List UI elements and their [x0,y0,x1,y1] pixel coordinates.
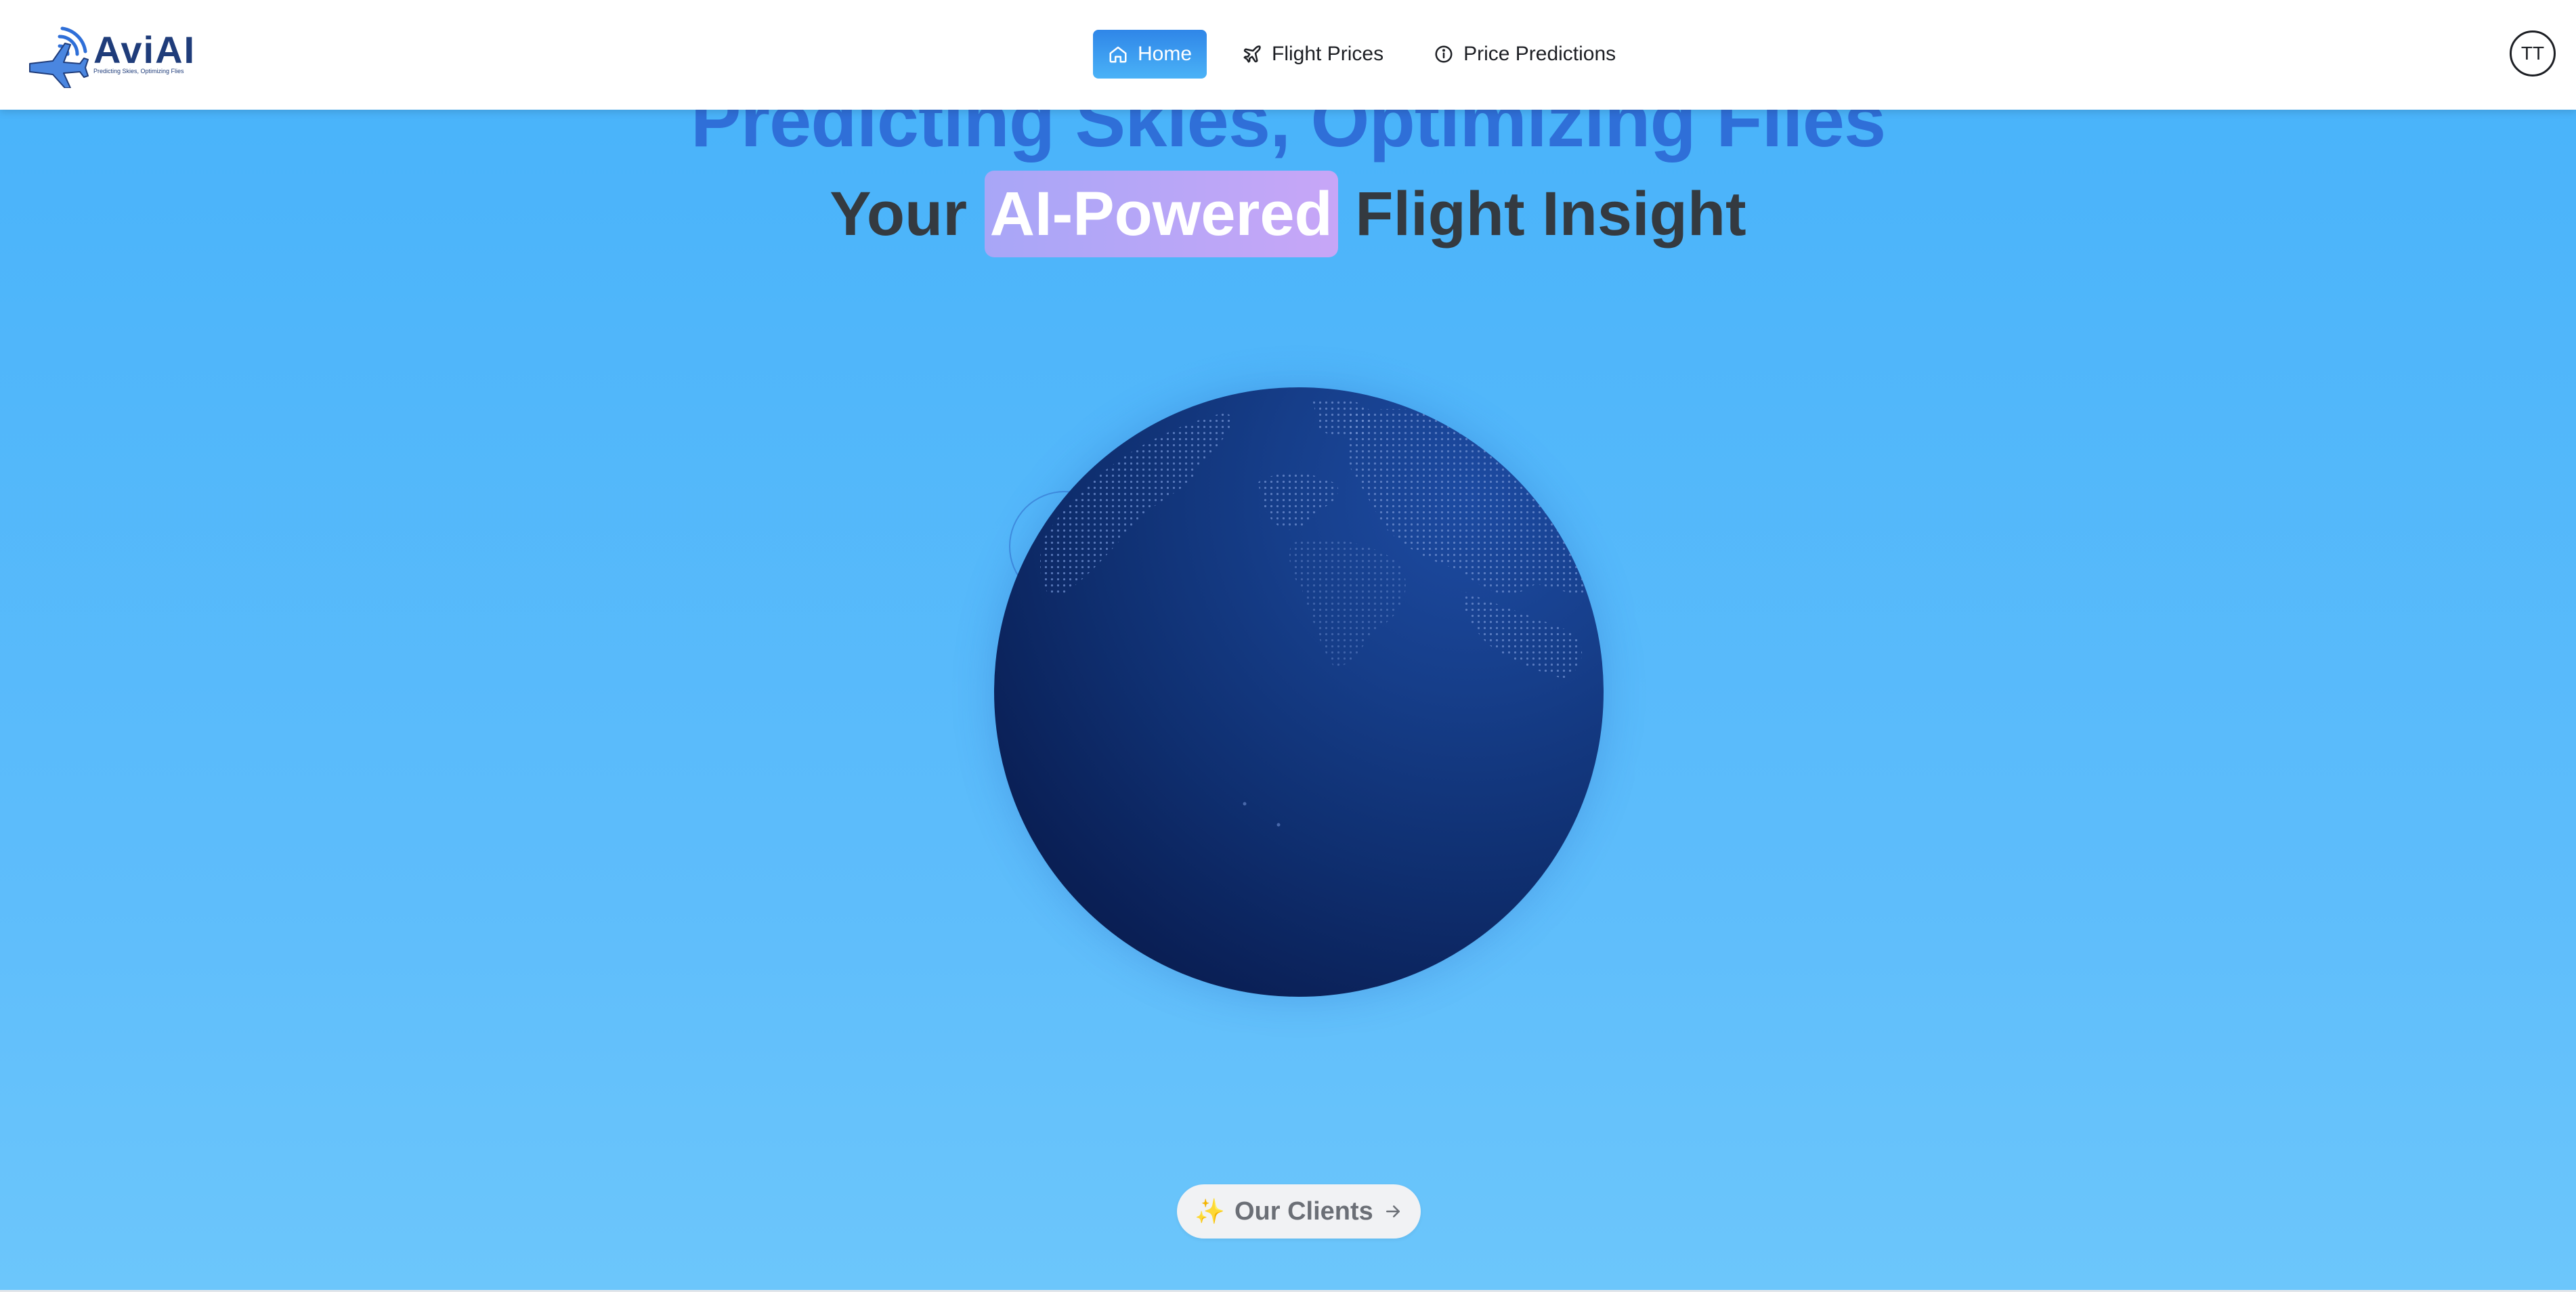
subheadline-suffix: Flight Insight [1355,179,1746,249]
aviai-logo[interactable]: AviAI Predicting Skies, Optimizing Flies [26,23,196,89]
plane-signal-logo-icon [29,26,89,89]
main-nav: Home Flight Prices Price Predictions [1093,30,1631,79]
user-avatar[interactable]: TT [2510,30,2556,77]
sparkles-icon: ✨ [1195,1197,1225,1225]
subheadline-highlight: AI-Powered [984,171,1338,257]
info-icon [1434,44,1454,64]
our-clients-label: Our Clients [1235,1197,1373,1226]
brand-name: AviAI [93,28,196,71]
nav-price-predictions[interactable]: Price Predictions [1419,30,1631,79]
nav-flight-prices[interactable]: Flight Prices [1227,30,1398,79]
globe-dot-map [1040,397,1597,827]
top-navbar: AviAI Predicting Skies, Optimizing Flies… [0,0,2576,110]
arrow-right-icon [1383,1201,1403,1222]
nav-home-label: Home [1138,43,1193,65]
nav-price-predictions-label: Price Predictions [1463,43,1616,65]
brand-tagline: Predicting Skies, Optimizing Flies [93,68,184,74]
globe[interactable] [994,387,1604,997]
hero-subheadline: Your AI-Powered Flight Insight [0,171,2576,257]
subheadline-prefix: Your [830,179,968,249]
plane-icon [1242,44,1262,64]
nav-flight-prices-label: Flight Prices [1272,43,1384,65]
nav-home[interactable]: Home [1093,30,1207,79]
home-icon [1108,44,1128,64]
our-clients-button[interactable]: ✨ Our Clients [1177,1184,1421,1239]
hero-section: Predicting Skies, Optimizing Flies Your … [0,0,2576,1290]
